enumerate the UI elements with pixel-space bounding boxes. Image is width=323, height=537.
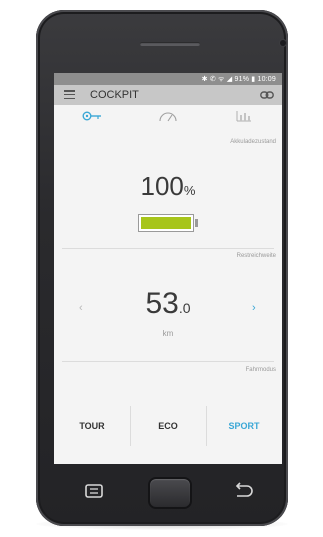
battery-section-label: Akkuladezustand [230,139,276,145]
section-divider [62,248,274,249]
battery-indicator [138,214,194,232]
status-bar: ✱ ✆ ᯤ ◢ 91% ▮ 10:09 [54,73,282,85]
mode-tour-button[interactable]: TOUR [54,404,130,448]
home-button[interactable] [148,477,192,509]
range-decimal: .0 [178,300,191,316]
tab-statistics[interactable] [206,105,282,127]
tab-battery[interactable] [54,105,130,127]
app-bar: COCKPIT [54,85,282,105]
battery-fill [141,217,191,229]
status-bar-text: ✱ ✆ ᯤ ◢ 91% ▮ 10:09 [201,75,276,83]
range-unit: km [162,329,174,338]
mode-sport-button[interactable]: SPORT [206,404,282,448]
earpiece-speaker [140,42,200,46]
front-camera [280,40,286,46]
mode-eco-button[interactable]: ECO [130,404,206,448]
mode-section-label: Fahrmodus [245,367,276,373]
hamburger-menu-icon[interactable] [64,90,75,100]
app-screen: ✱ ✆ ᯤ ◢ 91% ▮ 10:09 COCKPIT Akkuladezust… [54,73,282,464]
link-icon[interactable] [260,90,274,100]
menu-key-icon[interactable] [84,483,104,499]
range-value: 53 [145,287,179,320]
tab-bar [54,105,282,127]
battery-value: 100 [140,171,184,201]
battery-unit: % [183,183,196,198]
tab-speed[interactable] [130,105,206,127]
range-section-label: Restreichweite [236,253,276,259]
key-icon [82,111,101,121]
battery-tip [195,219,198,227]
app-title: COCKPIT [90,89,139,101]
battery-percentage: 100% [54,171,282,202]
chart-icon [236,111,251,122]
section-divider [62,361,274,362]
ride-mode-selector: TOUR ECO SPORT [54,404,282,448]
speedometer-icon [159,112,177,122]
range-value-display: 53.0 [54,287,282,321]
back-key-icon[interactable] [232,482,254,500]
